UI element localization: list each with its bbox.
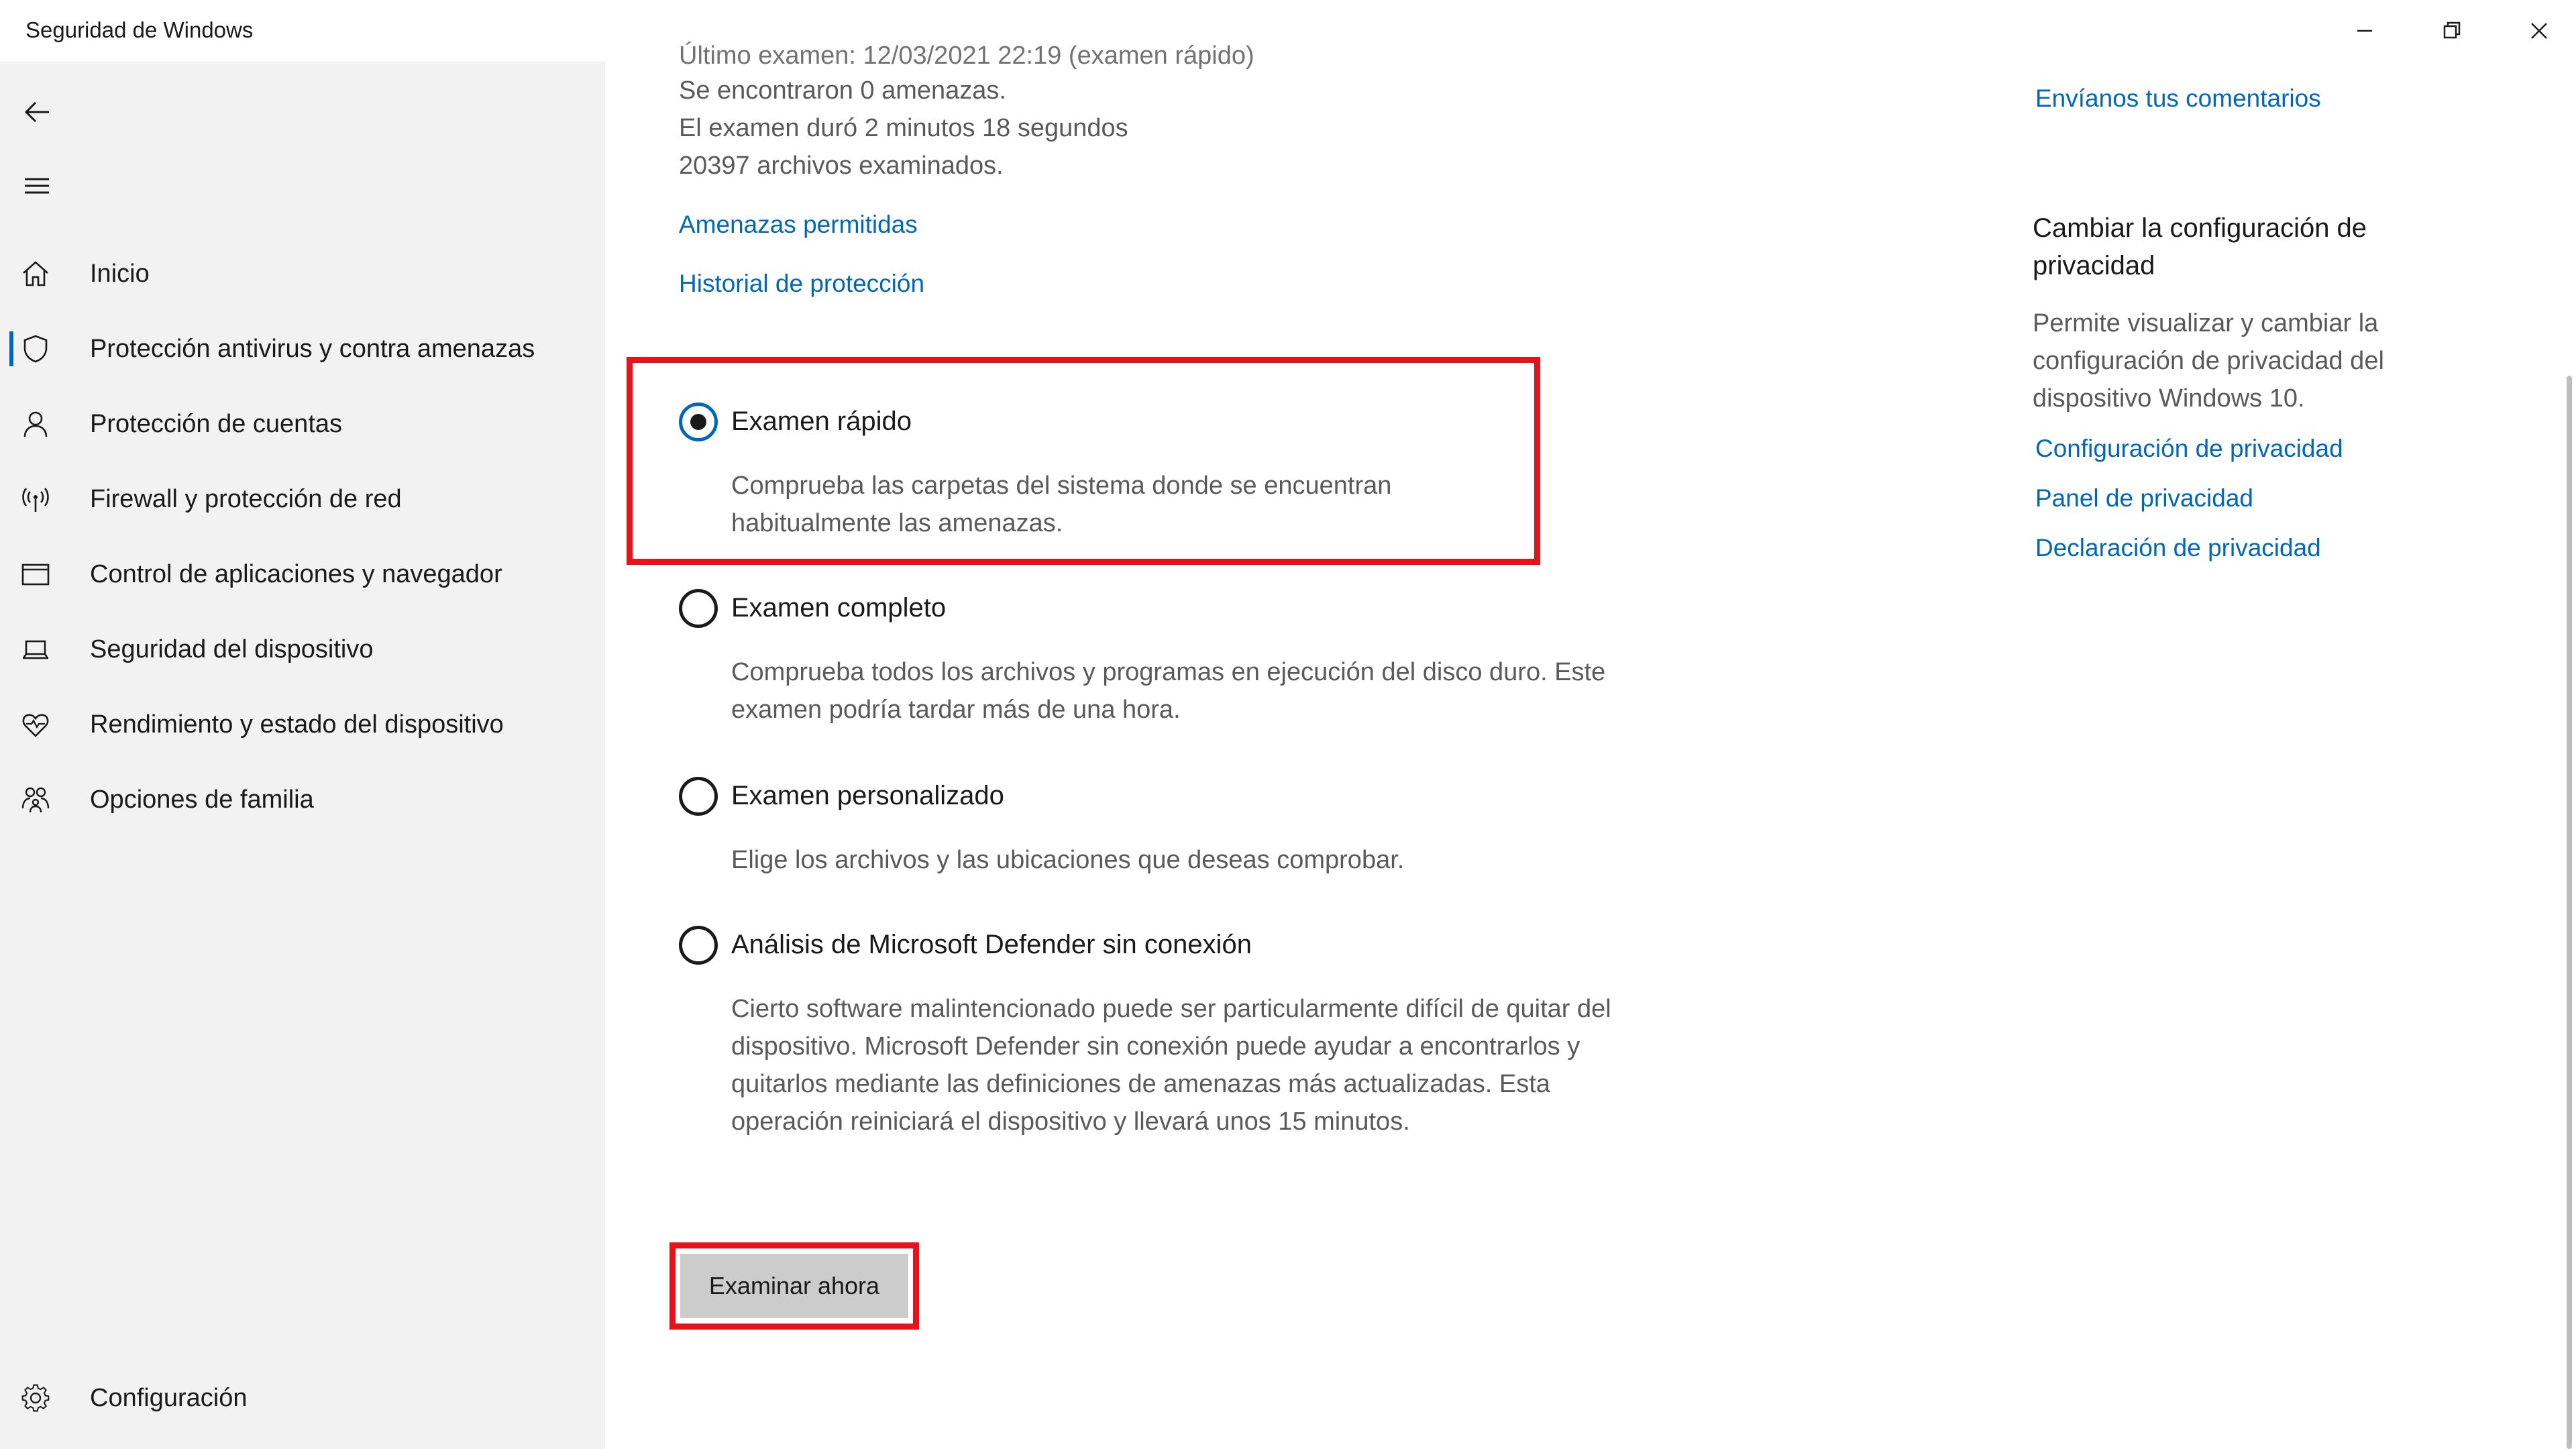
sidebar-item-dispositivo[interactable]: Seguridad del dispositivo	[0, 616, 605, 683]
sidebar-item-label: Inicio	[90, 259, 150, 288]
heart-pulse-icon	[20, 709, 51, 740]
offline-scan-radio[interactable]	[679, 926, 718, 965]
full-scan-description: Comprueba todos los archivos y programas…	[731, 658, 1606, 724]
right-panel: Envíanos tus comentarios Cambiar la conf…	[2033, 62, 2516, 1449]
wireless-icon	[20, 484, 51, 515]
full-scan-label[interactable]: Examen completo	[731, 593, 946, 623]
shield-icon	[20, 333, 51, 364]
sidebar-item-label: Seguridad del dispositivo	[90, 635, 374, 663]
full-scan-radio[interactable]	[679, 589, 718, 628]
files-scanned-text: 20397 archivos examinados.	[679, 152, 1004, 180]
sidebar-item-cuentas[interactable]: Protección de cuentas	[0, 390, 605, 458]
sidebar-item-configuracion[interactable]: Configuración	[0, 1364, 605, 1432]
restore-button[interactable]	[2408, 0, 2496, 62]
quick-scan-radio[interactable]	[679, 402, 718, 441]
threats-found-text: Se encontraron 0 amenazas.	[679, 76, 1006, 105]
close-icon	[2531, 23, 2547, 39]
custom-scan-description: Elige los archivos y las ubicaciones que…	[731, 846, 1405, 874]
offline-scan-label[interactable]: Análisis de Microsoft Defender sin conex…	[731, 930, 1252, 960]
privacy-statement-link[interactable]: Declaración de privacidad	[2035, 534, 2321, 562]
sidebar-item-label: Opciones de familia	[90, 785, 314, 814]
feedback-link[interactable]: Envíanos tus comentarios	[2035, 85, 2321, 113]
main-content: Último examen: 12/03/2021 22:19 (examen …	[605, 42, 1974, 1449]
sidebar-item-label: Configuración	[90, 1383, 248, 1412]
sidebar-item-label: Protección antivirus y contra amenazas	[90, 334, 535, 363]
quick-scan-description: Comprueba las carpetas del sistema donde…	[731, 472, 1392, 537]
privacy-description: Permite visualizar y cambiar la configur…	[2033, 309, 2384, 413]
sidebar-item-aplicaciones[interactable]: Control de aplicaciones y navegador	[0, 541, 605, 608]
sidebar-item-label: Firewall y protección de red	[90, 484, 402, 513]
restore-icon	[2443, 21, 2461, 39]
sidebar-item-label: Protección de cuentas	[90, 409, 343, 438]
active-indicator	[9, 331, 13, 366]
title-bar: Seguridad de Windows	[0, 0, 2576, 62]
browser-window-icon	[20, 559, 51, 590]
sidebar-item-firewall[interactable]: Firewall y protección de red	[0, 466, 605, 533]
allowed-threats-link[interactable]: Amenazas permitidas	[679, 211, 918, 239]
sidebar-item-antivirus[interactable]: Protección antivirus y contra amenazas	[0, 315, 605, 382]
sidebar-item-inicio[interactable]: Inicio	[0, 240, 605, 307]
hamburger-icon	[25, 178, 49, 194]
privacy-settings-link[interactable]: Configuración de privacidad	[2035, 435, 2343, 463]
hamburger-menu-button[interactable]	[13, 162, 60, 209]
back-arrow-icon	[24, 101, 49, 123]
back-button[interactable]	[13, 89, 60, 136]
custom-scan-label[interactable]: Examen personalizado	[731, 781, 1004, 811]
sidebar: Inicio Protección antivirus y contra ame…	[0, 62, 605, 1449]
family-icon	[20, 784, 51, 815]
gear-icon	[20, 1383, 51, 1413]
sidebar-item-label: Control de aplicaciones y navegador	[90, 559, 502, 588]
minimize-button[interactable]	[2321, 0, 2408, 62]
last-scan-text: Último examen: 12/03/2021 22:19 (examen …	[679, 42, 1254, 70]
privacy-heading: Cambiar la configuración de privacidad	[2033, 213, 2367, 280]
home-icon	[20, 258, 51, 289]
sidebar-item-label: Rendimiento y estado del dispositivo	[90, 710, 504, 739]
scan-duration-text: El examen duró 2 minutos 18 segundos	[679, 114, 1128, 142]
protection-history-link[interactable]: Historial de protección	[679, 270, 924, 298]
offline-scan-description: Cierto software malintencionado puede se…	[731, 995, 1611, 1136]
sidebar-item-rendimiento[interactable]: Rendimiento y estado del dispositivo	[0, 691, 605, 758]
privacy-dashboard-link[interactable]: Panel de privacidad	[2035, 484, 2253, 513]
vertical-scrollbar[interactable]	[2567, 376, 2572, 1449]
close-button[interactable]	[2496, 0, 2576, 62]
quick-scan-label[interactable]: Examen rápido	[731, 407, 912, 437]
person-icon	[20, 409, 51, 439]
sidebar-item-familia[interactable]: Opciones de familia	[0, 766, 605, 833]
custom-scan-radio[interactable]	[679, 777, 718, 816]
window-title: Seguridad de Windows	[25, 17, 254, 42]
laptop-icon	[20, 634, 51, 665]
scan-now-button[interactable]: Examinar ahora	[680, 1254, 908, 1318]
minimize-icon	[2357, 30, 2372, 32]
